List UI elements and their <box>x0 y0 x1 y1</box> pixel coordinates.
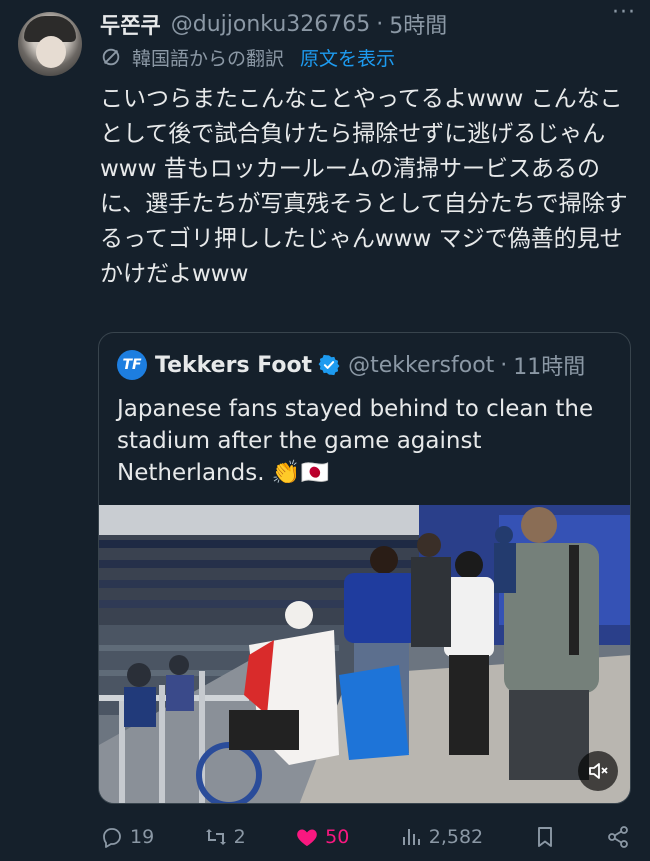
view-count: 2,582 <box>428 826 484 848</box>
more-options-button[interactable]: ··· <box>612 0 636 25</box>
like-button[interactable]: 50 <box>295 825 349 849</box>
bookmark-button[interactable] <box>533 825 557 849</box>
post-text: こいつらまたこんなことやってるよwww こんなことして後で試合負けたら掃除せずに… <box>100 86 628 287</box>
views-icon <box>402 829 420 845</box>
post-header: 두쫀쿠 @dujjonku326765 · 5時間 <box>100 8 640 40</box>
post-time[interactable]: 5時間 <box>389 8 447 40</box>
like-count: 50 <box>325 826 350 848</box>
translation-label: 韓国語からの翻訳 <box>132 47 285 70</box>
author-name[interactable]: 두쫀쿠 <box>100 8 161 40</box>
quoted-author-avatar[interactable]: TF <box>117 350 147 380</box>
views-button[interactable]: 2,582 <box>399 825 483 849</box>
reply-count: 19 <box>130 826 155 848</box>
mute-button[interactable] <box>578 751 618 791</box>
no-translate-icon <box>100 46 122 68</box>
bookmark-icon <box>537 827 552 847</box>
mute-icon <box>589 763 608 779</box>
heart-icon <box>297 829 317 846</box>
author-avatar[interactable] <box>18 12 82 76</box>
action-bar: 19 2 50 2,582 <box>100 818 630 856</box>
quoted-author-name[interactable]: Tekkers Foot <box>155 353 312 378</box>
repost-count: 2 <box>233 826 246 848</box>
quoted-author-handle[interactable]: @tekkersfoot <box>348 353 494 378</box>
avatar-face-shape <box>36 36 66 68</box>
header-separator: · <box>376 11 384 37</box>
translation-bar: 韓国語からの翻訳 原文を表示 <box>100 42 395 72</box>
verified-icon <box>318 354 340 376</box>
quoted-header-separator: · <box>500 352 508 378</box>
quoted-post-video[interactable] <box>99 505 630 803</box>
share-button[interactable] <box>606 825 630 849</box>
reply-button[interactable]: 19 <box>100 825 154 849</box>
quoted-post-time[interactable]: 11時間 <box>513 349 585 381</box>
reply-icon <box>103 828 121 848</box>
quoted-post-text: Japanese fans stayed behind to clean the… <box>117 396 594 486</box>
repost-button[interactable]: 2 <box>204 825 246 849</box>
quoted-post[interactable]: TF Tekkers Foot @tekkersfoot · 11時間 Japa… <box>98 332 631 804</box>
stadium-video-frame <box>99 505 630 803</box>
show-original-link[interactable]: 原文を表示 <box>300 44 395 71</box>
quoted-post-header: TF Tekkers Foot @tekkersfoot · 11時間 <box>117 349 585 381</box>
share-icon <box>608 826 628 848</box>
repost-icon <box>205 829 226 845</box>
author-handle[interactable]: @dujjonku326765 <box>171 12 371 37</box>
